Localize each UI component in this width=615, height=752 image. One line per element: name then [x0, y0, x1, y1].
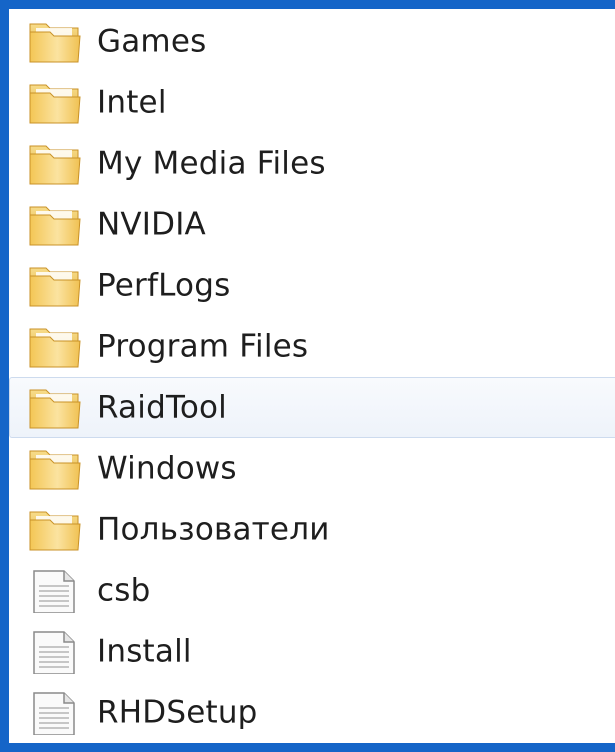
folder-icon [29, 267, 81, 306]
list-item-folder[interactable]: Program Files [9, 316, 615, 377]
document-icon [33, 569, 75, 613]
desktop-background: Games Intel My Media Files NVIDIA PerfLo… [0, 0, 615, 752]
item-label: Program Files [97, 327, 309, 364]
folder-icon [29, 23, 81, 62]
item-label: Games [97, 22, 207, 59]
item-label: Windows [97, 449, 237, 486]
item-label: Install [97, 632, 192, 669]
folder-icon [29, 84, 81, 123]
item-label: RaidTool [97, 388, 227, 425]
folder-icon [29, 389, 81, 428]
list-item-file[interactable]: csb [9, 560, 615, 621]
item-label: NVIDIA [97, 205, 206, 242]
document-icon [33, 630, 75, 674]
folder-icon [29, 450, 81, 489]
item-label: Intel [97, 83, 167, 120]
file-list: Games Intel My Media Files NVIDIA PerfLo… [9, 11, 615, 743]
folder-icon [29, 328, 81, 367]
list-item-folder[interactable]: Пользователи [9, 499, 615, 560]
list-item-folder[interactable]: NVIDIA [9, 194, 615, 255]
item-label: csb [97, 571, 151, 608]
item-label: PerfLogs [97, 266, 231, 303]
list-item-folder[interactable]: My Media Files [9, 133, 615, 194]
list-item-file[interactable]: RHDSetup [9, 682, 615, 743]
document-icon [33, 691, 75, 735]
item-label: Пользователи [97, 510, 330, 547]
item-label: My Media Files [97, 144, 326, 181]
list-item-folder[interactable]: Windows [9, 438, 615, 499]
item-label: RHDSetup [97, 693, 258, 730]
list-item-file[interactable]: Install [9, 621, 615, 682]
folder-icon [29, 145, 81, 184]
folder-icon [29, 206, 81, 245]
list-item-folder[interactable]: Games [9, 11, 615, 72]
list-item-folder[interactable]: PerfLogs [9, 255, 615, 316]
folder-icon [29, 511, 81, 550]
list-item-folder[interactable]: Intel [9, 72, 615, 133]
list-item-folder-hovered[interactable]: RaidTool [9, 377, 615, 438]
file-list-panel: Games Intel My Media Files NVIDIA PerfLo… [9, 9, 615, 743]
